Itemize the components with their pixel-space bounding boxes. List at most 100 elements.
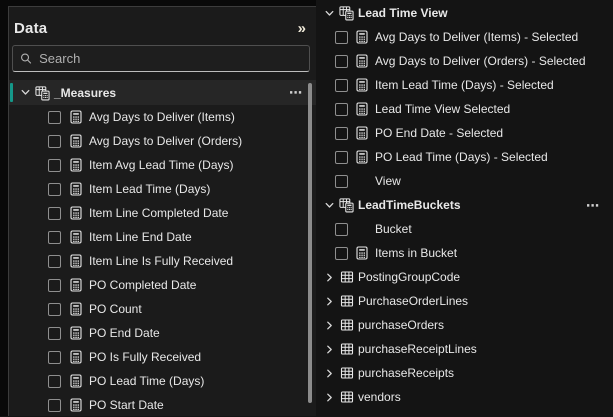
measure-icon — [68, 158, 83, 172]
field-checkbox[interactable] — [335, 174, 348, 188]
field-row[interactable]: Item Line Completed Date — [9, 201, 316, 225]
chevron-down-icon[interactable] — [20, 87, 31, 98]
table-row[interactable]: PostingGroupCode — [318, 265, 613, 289]
field-label: PO Lead Time (Days) - Selected — [375, 150, 548, 164]
field-row[interactable]: PO Count — [9, 297, 316, 321]
field-checkbox[interactable] — [48, 254, 61, 268]
field-row[interactable]: PO Lead Time (Days) — [9, 369, 316, 393]
field-checkbox[interactable] — [335, 222, 348, 236]
field-checkbox[interactable] — [335, 78, 348, 92]
collapse-pane-icon[interactable]: » — [298, 21, 306, 36]
field-row[interactable]: PO End Date - Selected — [318, 121, 613, 145]
field-row[interactable]: Avg Days to Deliver (Orders) - Selected — [318, 49, 613, 73]
measure-icon — [354, 78, 369, 92]
field-row[interactable]: PO Lead Time (Days) - Selected — [318, 145, 613, 169]
chevron-down-icon[interactable] — [324, 200, 335, 211]
field-list-panel: Lead Time View Avg Days to Deliver (Item… — [318, 1, 613, 409]
field-row[interactable]: Item Lead Time (Days) — [9, 177, 316, 201]
field-label: Items in Bucket — [375, 246, 458, 260]
chevron-right-icon[interactable] — [324, 272, 335, 283]
chevron-right-icon[interactable] — [324, 392, 335, 403]
field-checkbox[interactable] — [48, 206, 61, 220]
field-label: Item Lead Time (Days) — [89, 182, 211, 196]
group-label: LeadTimeBuckets — [358, 198, 461, 212]
chevron-right-icon[interactable] — [324, 320, 335, 331]
field-row[interactable]: Item Line Is Fully Received — [9, 249, 316, 273]
measure-icon — [354, 54, 369, 68]
app-background-strip — [0, 0, 8, 416]
field-checkbox[interactable] — [48, 398, 61, 412]
measure-icon — [354, 246, 369, 260]
chevron-right-icon[interactable] — [324, 368, 335, 379]
table-row[interactable]: purchaseReceiptLines — [318, 337, 613, 361]
field-row[interactable]: Avg Days to Deliver (Items) - Selected — [318, 25, 613, 49]
field-row[interactable]: PO Completed Date — [9, 273, 316, 297]
table-label: PurchaseOrderLines — [358, 294, 469, 308]
table-row[interactable]: vendors — [318, 385, 613, 409]
field-label: PO Start Date — [89, 398, 164, 412]
measure-icon — [68, 110, 83, 124]
measure-icon — [68, 254, 83, 268]
table-label: vendors — [358, 390, 401, 404]
field-checkbox[interactable] — [48, 326, 61, 340]
vertical-scrollbar[interactable] — [308, 83, 312, 403]
field-checkbox[interactable] — [48, 110, 61, 124]
field-label: Avg Days to Deliver (Items) - Selected — [375, 30, 579, 44]
field-row[interactable]: PO Is Fully Received — [9, 345, 316, 369]
field-checkbox[interactable] — [48, 278, 61, 292]
data-pane-header: Data » — [9, 7, 316, 41]
field-checkbox[interactable] — [48, 134, 61, 148]
table-row[interactable]: purchaseReceipts — [318, 361, 613, 385]
field-checkbox[interactable] — [48, 350, 61, 364]
more-options-icon[interactable]: ⋯ — [586, 199, 613, 212]
search-input[interactable] — [39, 51, 302, 66]
field-checkbox[interactable] — [48, 302, 61, 316]
field-label: Avg Days to Deliver (Orders) - Selected — [375, 54, 586, 68]
table-label: purchaseReceipts — [358, 366, 455, 380]
field-checkbox[interactable] — [335, 54, 348, 68]
field-row[interactable]: Item Avg Lead Time (Days) — [9, 153, 316, 177]
field-row[interactable]: Lead Time View Selected — [318, 97, 613, 121]
measure-icon — [68, 374, 83, 388]
group-row-lead-time-view[interactable]: Lead Time View — [318, 1, 613, 25]
measure-icon — [68, 182, 83, 196]
field-checkbox[interactable] — [335, 30, 348, 44]
search-box[interactable] — [12, 45, 310, 72]
field-label: Lead Time View Selected — [375, 102, 511, 116]
field-label: PO Is Fully Received — [89, 350, 202, 364]
field-row[interactable]: PO End Date — [9, 321, 316, 345]
chevron-right-icon[interactable] — [324, 296, 335, 307]
measure-icon — [68, 278, 83, 292]
field-row[interactable]: PO Start Date — [9, 393, 316, 417]
measure-icon — [68, 206, 83, 220]
field-row[interactable]: Items in Bucket — [318, 241, 613, 265]
group-label: _Measures — [54, 85, 117, 100]
chevron-right-icon[interactable] — [324, 344, 335, 355]
field-checkbox[interactable] — [48, 158, 61, 172]
data-pane-tree: _Measures ⋯ Avg Days to Deliver (Items) … — [9, 80, 316, 417]
field-checkbox[interactable] — [48, 230, 61, 244]
field-row[interactable]: Avg Days to Deliver (Items) — [9, 105, 316, 129]
field-label: PO End Date — [89, 326, 160, 340]
group-row-leadtimebuckets[interactable]: LeadTimeBuckets ⋯ — [318, 193, 613, 217]
field-row[interactable]: Item Lead Time (Days) - Selected — [318, 73, 613, 97]
field-row[interactable]: View — [318, 169, 613, 193]
field-label: Avg Days to Deliver (Items) — [89, 110, 235, 124]
table-icon — [339, 294, 354, 308]
field-checkbox[interactable] — [335, 102, 348, 116]
measure-icon — [68, 326, 83, 340]
group-row-measures[interactable]: _Measures ⋯ — [9, 80, 316, 105]
field-row[interactable]: Bucket — [318, 217, 613, 241]
field-row[interactable]: Item Line End Date — [9, 225, 316, 249]
field-checkbox[interactable] — [335, 246, 348, 260]
chevron-down-icon[interactable] — [324, 8, 335, 19]
field-checkbox[interactable] — [335, 126, 348, 140]
table-row[interactable]: purchaseOrders — [318, 313, 613, 337]
field-checkbox[interactable] — [48, 374, 61, 388]
table-row[interactable]: PurchaseOrderLines — [318, 289, 613, 313]
field-label: Avg Days to Deliver (Orders) — [89, 134, 243, 148]
field-checkbox[interactable] — [335, 150, 348, 164]
page-title: Data — [14, 19, 48, 37]
field-checkbox[interactable] — [48, 182, 61, 196]
field-row[interactable]: Avg Days to Deliver (Orders) — [9, 129, 316, 153]
